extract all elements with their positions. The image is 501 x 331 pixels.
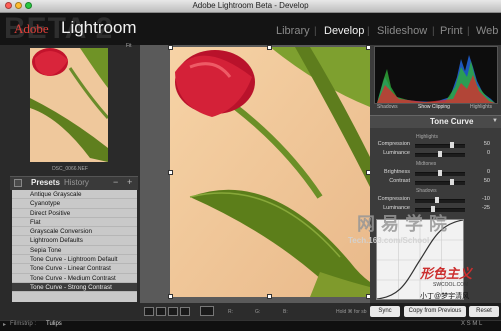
preset-list: Antique Grayscale Cyanotype Direct Posit…	[12, 190, 137, 302]
panel-toggle-icon[interactable]	[14, 179, 22, 187]
watermark-swcool: SWCOOL.COM	[433, 282, 469, 288]
module-slideshow[interactable]: Slideshow	[377, 25, 427, 37]
tab-presets[interactable]: Presets	[31, 178, 60, 187]
histogram-graph	[377, 55, 495, 103]
module-separator: |	[467, 26, 470, 37]
loupe-view-button[interactable]	[144, 307, 154, 316]
add-preset-button[interactable]: +	[127, 177, 132, 187]
rgb-readout-g: G:	[255, 309, 261, 315]
slider-thumb[interactable]	[438, 170, 442, 176]
watermark-author: 小丁@梦宇清风	[420, 293, 470, 300]
collapse-triangle-icon[interactable]: ▼	[492, 118, 498, 124]
toolbar-hint: Hold ⌘ for sb	[336, 309, 367, 315]
histogram	[374, 46, 498, 104]
module-print[interactable]: Print	[440, 25, 463, 37]
rgb-readout-r: R:	[228, 309, 233, 315]
slider-value[interactable]: 0	[476, 169, 490, 175]
crop-handle[interactable]	[168, 170, 173, 175]
watermark-logo: 形色主义	[420, 266, 473, 281]
before-after-split-button[interactable]	[180, 307, 190, 316]
module-separator: |	[432, 26, 435, 37]
filmstrip-toggle-icon[interactable]: ▸	[3, 321, 6, 328]
slider-label: Contrast	[389, 178, 410, 184]
preset-item[interactable]: Antique Grayscale	[12, 190, 137, 200]
main-photo[interactable]	[170, 47, 370, 297]
navigator-filename: DSC_0066.NEF	[52, 166, 88, 172]
watermark-site-cn: 网易学院	[357, 214, 453, 234]
shadow-compression-slider[interactable]	[415, 199, 465, 203]
preset-item[interactable]: Tone Curve - Medium Contrast	[12, 274, 137, 283]
sync-button[interactable]: Sync	[370, 306, 400, 317]
preset-item[interactable]: Lightroom Defaults	[12, 236, 137, 246]
slider-thumb[interactable]	[438, 151, 442, 157]
tulip-thumbnail-image	[30, 48, 108, 162]
navigator-preview[interactable]	[30, 48, 108, 162]
slider-value[interactable]: -25	[476, 205, 490, 211]
preset-item[interactable]: Tone Curve - Lightroom Default	[12, 255, 137, 265]
slider-label: Brightness	[384, 169, 410, 175]
module-develop[interactable]: Develop	[324, 25, 364, 37]
module-separator: |	[367, 26, 370, 37]
slider-label: Compression	[377, 196, 410, 202]
preset-item[interactable]: Flat	[12, 218, 137, 228]
crop-tool-icon[interactable]	[200, 306, 214, 316]
preset-item-selected[interactable]: Tone Curve - Strong Contrast	[12, 282, 137, 293]
crop-handle[interactable]	[267, 294, 272, 299]
slider-value[interactable]: 50	[476, 141, 490, 147]
remove-preset-button[interactable]: −	[113, 177, 118, 187]
slider-value[interactable]: -10	[476, 196, 490, 202]
navigator-fit-option[interactable]: Fit	[126, 43, 132, 49]
slider-label: Luminance	[383, 150, 410, 156]
histogram-shadows-label: Shadows	[377, 104, 398, 110]
preset-item[interactable]: Grayscale Conversion	[12, 227, 137, 237]
before-after-lr-button[interactable]	[156, 307, 166, 316]
slider-value[interactable]: 50	[476, 178, 490, 184]
filmstrip-size-options[interactable]: X S M L	[461, 321, 482, 327]
brand-adobe: Adobe	[14, 21, 49, 36]
histogram-highlights-label: Highlights	[470, 104, 492, 110]
midtone-contrast-slider[interactable]	[415, 181, 465, 185]
show-clipping-toggle[interactable]: Show Clipping	[418, 104, 450, 110]
preset-item[interactable]: Direct Positive	[12, 209, 137, 218]
crop-handle[interactable]	[168, 294, 173, 299]
filmstrip-label: Filmstrip :	[10, 321, 36, 327]
tulip-photo-image	[170, 47, 370, 297]
before-after-tb-button[interactable]	[168, 307, 178, 316]
section-highlights: Highlights	[416, 134, 438, 140]
preset-item[interactable]: Sepia Tone	[12, 246, 137, 256]
copy-from-previous-button[interactable]: Copy from Previous	[404, 306, 466, 317]
module-web[interactable]: Web	[476, 25, 498, 37]
slider-thumb[interactable]	[450, 179, 454, 185]
preset-item[interactable]: Tone Curve - Linear Contrast	[12, 264, 137, 274]
slider-thumb[interactable]	[450, 142, 454, 148]
crop-handle[interactable]	[267, 45, 272, 50]
filmstrip-source[interactable]: Tulips	[46, 321, 62, 327]
reset-button[interactable]: Reset	[469, 306, 499, 317]
rgb-readout-b: B:	[283, 309, 288, 315]
section-shadows: Shadows	[416, 188, 437, 194]
module-separator: |	[314, 26, 317, 37]
module-library[interactable]: Library	[276, 25, 310, 37]
watermark-url: Tech.163.com/School	[348, 236, 430, 245]
highlight-compression-slider[interactable]	[415, 144, 465, 148]
tab-history[interactable]: History	[64, 178, 89, 187]
slider-label: Compression	[377, 141, 410, 147]
slider-value[interactable]: 0	[476, 150, 490, 156]
brand-product: Lightroom	[61, 18, 137, 37]
slider-thumb[interactable]	[435, 197, 439, 203]
preset-item[interactable]: Cyanotype	[12, 199, 137, 209]
filmstrip-bar	[0, 320, 501, 331]
crop-handle[interactable]	[168, 45, 173, 50]
window-title: Adobe Lightroom Beta - Develop	[192, 1, 309, 10]
tone-curve-title: Tone Curve	[430, 117, 474, 126]
section-midtones: Midtones	[416, 161, 437, 167]
